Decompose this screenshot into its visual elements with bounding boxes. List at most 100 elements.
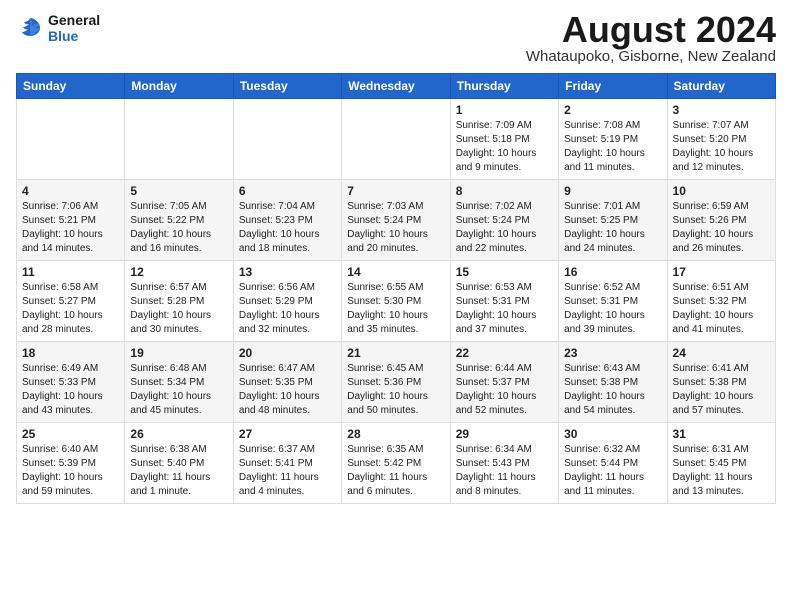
calendar-cell: 31 Sunrise: 6:31 AM Sunset: 5:45 PM Dayli…	[667, 423, 775, 504]
calendar-cell: 26Sunrise: 6:38 AM Sunset: 5:40 PM Dayli…	[125, 423, 233, 504]
month-year-title: August 2024	[526, 12, 776, 48]
logo-text: General Blue	[48, 12, 100, 44]
day-info: Sunrise: 7:02 AM Sunset: 5:24 PM Dayligh…	[456, 200, 553, 256]
day-info: Sunrise: 6:35 AM Sunset: 5:42 PM Dayligh…	[347, 443, 444, 499]
calendar-cell	[17, 99, 125, 180]
calendar-cell: 25 Sunrise: 6:40 AM Sunset: 5:39 PM Dayli…	[17, 423, 125, 504]
day-info: Sunrise: 6:32 AM Sunset: 5:44 PM Dayligh…	[564, 443, 661, 499]
weekday-header-saturday: Saturday	[667, 74, 775, 99]
day-info: Sunrise: 6:44 AM Sunset: 5:37 PM Dayligh…	[456, 362, 553, 418]
calendar-cell: 8 Sunrise: 7:02 AM Sunset: 5:24 PM Daylig…	[450, 180, 558, 261]
day-number: 23	[564, 346, 661, 360]
calendar-week-5: 25 Sunrise: 6:40 AM Sunset: 5:39 PM Dayli…	[17, 423, 776, 504]
calendar-cell: 20Sunrise: 6:47 AM Sunset: 5:35 PM Dayli…	[233, 342, 341, 423]
day-info: Sunrise: 6:43 AM Sunset: 5:38 PM Dayligh…	[564, 362, 661, 418]
day-info: Sunrise: 6:55 AM Sunset: 5:30 PM Dayligh…	[347, 281, 444, 337]
day-info: Sunrise: 6:58 AM Sunset: 5:27 PM Dayligh…	[22, 281, 119, 337]
day-number: 4	[22, 184, 119, 198]
day-info: Sunrise: 7:06 AM Sunset: 5:21 PM Dayligh…	[22, 200, 119, 256]
day-info: Sunrise: 6:45 AM Sunset: 5:36 PM Dayligh…	[347, 362, 444, 418]
day-info: Sunrise: 6:47 AM Sunset: 5:35 PM Dayligh…	[239, 362, 336, 418]
day-info: Sunrise: 6:31 AM Sunset: 5:45 PM Dayligh…	[673, 443, 770, 499]
location-subtitle: Whataupoko, Gisborne, New Zealand	[526, 48, 776, 65]
calendar-table: SundayMondayTuesdayWednesdayThursdayFrid…	[16, 73, 776, 504]
day-number: 6	[239, 184, 336, 198]
day-number: 18	[22, 346, 119, 360]
calendar-cell: 3Sunrise: 7:07 AM Sunset: 5:20 PM Daylig…	[667, 99, 775, 180]
day-info: Sunrise: 7:09 AM Sunset: 5:18 PM Dayligh…	[456, 119, 553, 175]
day-number: 25	[22, 427, 119, 441]
calendar-cell	[342, 99, 450, 180]
day-number: 8	[456, 184, 553, 198]
calendar-cell: 4 Sunrise: 7:06 AM Sunset: 5:21 PM Daylig…	[17, 180, 125, 261]
day-number: 31	[673, 427, 770, 441]
main-container: General Blue August 2024 Whataupoko, Gis…	[0, 0, 792, 512]
weekday-header-sunday: Sunday	[17, 74, 125, 99]
title-area: August 2024 Whataupoko, Gisborne, New Ze…	[526, 12, 776, 65]
day-number: 26	[130, 427, 227, 441]
calendar-cell: 18 Sunrise: 6:49 AM Sunset: 5:33 PM Dayli…	[17, 342, 125, 423]
calendar-cell	[125, 99, 233, 180]
calendar-cell	[233, 99, 341, 180]
calendar-cell: 22 Sunrise: 6:44 AM Sunset: 5:37 PM Dayli…	[450, 342, 558, 423]
day-number: 27	[239, 427, 336, 441]
day-number: 2	[564, 103, 661, 117]
day-number: 3	[673, 103, 770, 117]
day-number: 5	[130, 184, 227, 198]
day-info: Sunrise: 6:48 AM Sunset: 5:34 PM Dayligh…	[130, 362, 227, 418]
calendar-cell: 9 Sunrise: 7:01 AM Sunset: 5:25 PM Daylig…	[559, 180, 667, 261]
calendar-cell: 28 Sunrise: 6:35 AM Sunset: 5:42 PM Dayli…	[342, 423, 450, 504]
day-info: Sunrise: 6:40 AM Sunset: 5:39 PM Dayligh…	[22, 443, 119, 499]
day-number: 22	[456, 346, 553, 360]
day-number: 7	[347, 184, 444, 198]
day-number: 16	[564, 265, 661, 279]
day-info: Sunrise: 6:59 AM Sunset: 5:26 PM Dayligh…	[673, 200, 770, 256]
day-info: Sunrise: 7:01 AM Sunset: 5:25 PM Dayligh…	[564, 200, 661, 256]
day-number: 14	[347, 265, 444, 279]
day-info: Sunrise: 6:52 AM Sunset: 5:31 PM Dayligh…	[564, 281, 661, 337]
calendar-cell: 2 Sunrise: 7:08 AM Sunset: 5:19 PM Daylig…	[559, 99, 667, 180]
day-info: Sunrise: 6:51 AM Sunset: 5:32 PM Dayligh…	[673, 281, 770, 337]
day-number: 9	[564, 184, 661, 198]
logo-icon	[16, 14, 44, 42]
day-info: Sunrise: 6:34 AM Sunset: 5:43 PM Dayligh…	[456, 443, 553, 499]
day-number: 24	[673, 346, 770, 360]
calendar-cell: 24 Sunrise: 6:41 AM Sunset: 5:38 PM Dayli…	[667, 342, 775, 423]
day-info: Sunrise: 7:03 AM Sunset: 5:24 PM Dayligh…	[347, 200, 444, 256]
calendar-cell: 11 Sunrise: 6:58 AM Sunset: 5:27 PM Dayli…	[17, 261, 125, 342]
calendar-cell: 6 Sunrise: 7:04 AM Sunset: 5:23 PM Daylig…	[233, 180, 341, 261]
day-number: 11	[22, 265, 119, 279]
day-info: Sunrise: 7:04 AM Sunset: 5:23 PM Dayligh…	[239, 200, 336, 256]
day-info: Sunrise: 7:05 AM Sunset: 5:22 PM Dayligh…	[130, 200, 227, 256]
calendar-cell: 30Sunrise: 6:32 AM Sunset: 5:44 PM Dayli…	[559, 423, 667, 504]
calendar-cell: 19 Sunrise: 6:48 AM Sunset: 5:34 PM Dayli…	[125, 342, 233, 423]
day-info: Sunrise: 7:08 AM Sunset: 5:19 PM Dayligh…	[564, 119, 661, 175]
day-info: Sunrise: 6:53 AM Sunset: 5:31 PM Dayligh…	[456, 281, 553, 337]
calendar-cell: 21 Sunrise: 6:45 AM Sunset: 5:36 PM Dayli…	[342, 342, 450, 423]
logo: General Blue	[16, 12, 100, 44]
weekday-header-monday: Monday	[125, 74, 233, 99]
day-info: Sunrise: 6:41 AM Sunset: 5:38 PM Dayligh…	[673, 362, 770, 418]
weekday-header-tuesday: Tuesday	[233, 74, 341, 99]
calendar-cell: 1 Sunrise: 7:09 AM Sunset: 5:18 PM Daylig…	[450, 99, 558, 180]
calendar-week-2: 4 Sunrise: 7:06 AM Sunset: 5:21 PM Daylig…	[17, 180, 776, 261]
calendar-cell: 23 Sunrise: 6:43 AM Sunset: 5:38 PM Dayli…	[559, 342, 667, 423]
calendar-cell: 16 Sunrise: 6:52 AM Sunset: 5:31 PM Dayli…	[559, 261, 667, 342]
day-info: Sunrise: 6:37 AM Sunset: 5:41 PM Dayligh…	[239, 443, 336, 499]
weekday-header-thursday: Thursday	[450, 74, 558, 99]
calendar-cell: 5 Sunrise: 7:05 AM Sunset: 5:22 PM Daylig…	[125, 180, 233, 261]
calendar-cell: 13Sunrise: 6:56 AM Sunset: 5:29 PM Dayli…	[233, 261, 341, 342]
weekday-header-friday: Friday	[559, 74, 667, 99]
calendar-cell: 10Sunrise: 6:59 AM Sunset: 5:26 PM Dayli…	[667, 180, 775, 261]
calendar-cell: 29 Sunrise: 6:34 AM Sunset: 5:43 PM Dayli…	[450, 423, 558, 504]
calendar-cell: 14 Sunrise: 6:55 AM Sunset: 5:30 PM Dayli…	[342, 261, 450, 342]
day-number: 19	[130, 346, 227, 360]
day-number: 28	[347, 427, 444, 441]
day-number: 1	[456, 103, 553, 117]
day-number: 29	[456, 427, 553, 441]
day-number: 21	[347, 346, 444, 360]
day-info: Sunrise: 6:49 AM Sunset: 5:33 PM Dayligh…	[22, 362, 119, 418]
day-number: 12	[130, 265, 227, 279]
calendar-week-3: 11 Sunrise: 6:58 AM Sunset: 5:27 PM Dayli…	[17, 261, 776, 342]
weekday-header-row: SundayMondayTuesdayWednesdayThursdayFrid…	[17, 74, 776, 99]
